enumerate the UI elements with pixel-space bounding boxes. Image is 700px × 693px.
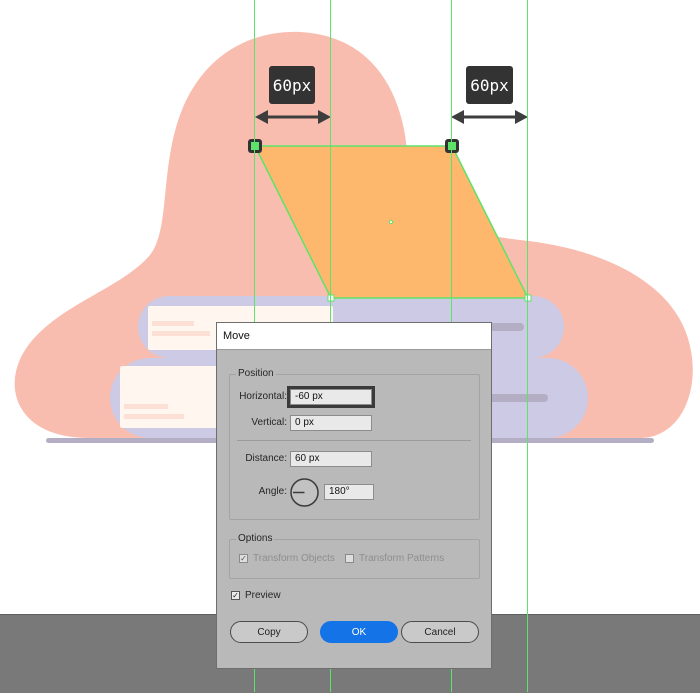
guide-line[interactable] bbox=[527, 0, 528, 692]
dimension-label-right: 60px bbox=[466, 66, 513, 104]
preview-checkbox[interactable]: ✓ bbox=[231, 591, 240, 600]
move-dialog: Move Position Horizontal: -60 px Vertica… bbox=[216, 322, 492, 669]
transform-patterns-checkbox[interactable] bbox=[345, 554, 354, 563]
angle-input[interactable]: 180° bbox=[324, 484, 374, 500]
dimension-arrow-right bbox=[451, 110, 528, 124]
angle-dial-icon[interactable] bbox=[289, 477, 320, 508]
anchor-point-bottom-right[interactable] bbox=[524, 294, 532, 302]
book-upper-line bbox=[152, 321, 194, 326]
anchor-point-bottom-left[interactable] bbox=[327, 294, 335, 302]
horizontal-label: Horizontal: bbox=[239, 391, 287, 402]
transform-objects-checkbox[interactable]: ✓ bbox=[239, 554, 248, 563]
position-separator bbox=[237, 440, 471, 441]
anchor-point-top-right bbox=[448, 142, 456, 150]
transform-patterns-label: Transform Patterns bbox=[359, 553, 445, 564]
position-group-title: Position bbox=[236, 368, 276, 379]
vertical-label: Vertical: bbox=[251, 417, 287, 428]
distance-label: Distance: bbox=[245, 453, 287, 464]
horizontal-input[interactable]: -60 px bbox=[287, 386, 375, 408]
ok-button[interactable]: OK bbox=[320, 621, 398, 643]
anchor-point-top-left bbox=[251, 142, 259, 150]
options-group-title: Options bbox=[236, 533, 275, 544]
book-upper-line bbox=[152, 331, 210, 336]
dialog-title: Move bbox=[223, 330, 250, 342]
distance-input[interactable]: 60 px bbox=[290, 451, 372, 467]
book-lower-line bbox=[124, 404, 168, 409]
vertical-input[interactable]: 0 px bbox=[290, 415, 372, 431]
copy-button[interactable]: Copy bbox=[230, 621, 308, 643]
angle-label: Angle: bbox=[258, 486, 287, 497]
center-point bbox=[388, 219, 394, 225]
book-lower-line bbox=[124, 414, 184, 419]
dialog-titlebar[interactable]: Move bbox=[217, 323, 491, 350]
preview-label: Preview bbox=[245, 590, 281, 601]
dimension-label-left: 60px bbox=[269, 66, 315, 104]
transform-objects-label: Transform Objects bbox=[253, 553, 335, 564]
cancel-button[interactable]: Cancel bbox=[401, 621, 479, 643]
